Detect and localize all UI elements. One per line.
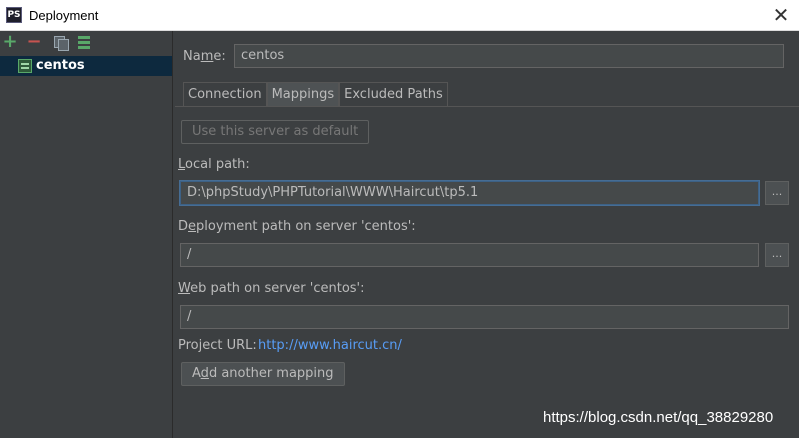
- use-as-default-button[interactable]: Use this server as default: [181, 120, 370, 144]
- project-url-link[interactable]: http://www.haircut.cn/: [258, 338, 402, 353]
- mappings-tab-content: [175, 106, 799, 438]
- web-path-label: Web path on server 'centos':: [178, 281, 365, 296]
- tab-bar: Connection Mappings Excluded Paths: [183, 82, 448, 106]
- watermark: https://blog.csdn.net/qq_38829280: [543, 409, 774, 426]
- tab-mappings[interactable]: Mappings: [266, 82, 340, 106]
- add-another-mapping-button[interactable]: Add another mapping: [181, 362, 345, 386]
- server-settings-panel: Name: centos Connection Mappings Exclude…: [174, 31, 799, 438]
- title-bar: PS Deployment ✕: [0, 0, 799, 31]
- tab-excluded-paths[interactable]: Excluded Paths: [339, 82, 448, 106]
- name-label: Name:: [183, 49, 226, 64]
- tab-connection[interactable]: Connection: [183, 82, 267, 106]
- server-icon: [18, 59, 32, 73]
- close-icon[interactable]: ✕: [771, 5, 791, 25]
- project-url-label: Project URL:: [178, 338, 257, 353]
- local-path-browse-button[interactable]: ...: [765, 181, 789, 205]
- local-path-label: Local path:: [178, 157, 250, 172]
- deployment-path-label: Deployment path on server 'centos':: [178, 219, 416, 234]
- deployment-path-browse-button[interactable]: ...: [765, 243, 789, 267]
- deployment-path-field[interactable]: /: [180, 243, 759, 267]
- server-item-centos[interactable]: centos: [0, 56, 172, 76]
- local-path-field[interactable]: D:\phpStudy\PHPTutorial\WWW\Haircut\tp5.…: [180, 181, 759, 205]
- server-list-panel: + − centos: [0, 31, 173, 438]
- window-title: Deployment: [29, 8, 99, 23]
- remove-icon[interactable]: −: [26, 33, 42, 51]
- server-toolbar: + −: [0, 31, 172, 54]
- server-name-field[interactable]: centos: [234, 44, 784, 68]
- add-icon[interactable]: +: [2, 33, 18, 51]
- copy-icon[interactable]: [52, 34, 69, 51]
- set-default-icon[interactable]: [76, 34, 92, 50]
- ps-logo-icon: PS: [6, 7, 22, 23]
- server-item-label: centos: [36, 58, 85, 73]
- web-path-field[interactable]: /: [180, 305, 789, 329]
